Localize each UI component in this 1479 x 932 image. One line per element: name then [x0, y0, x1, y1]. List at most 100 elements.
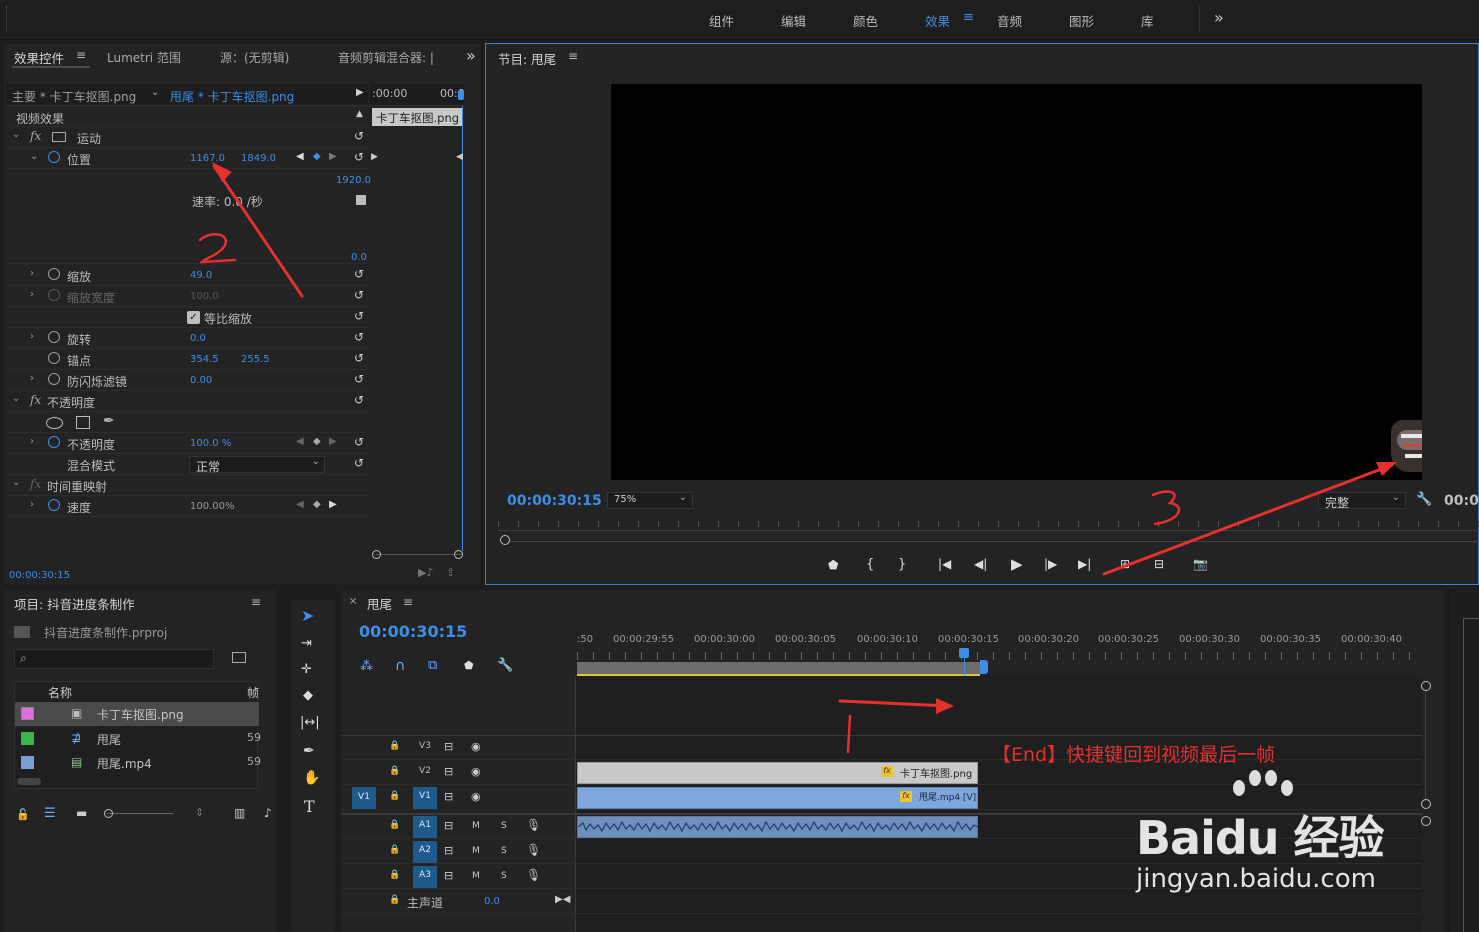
timeline-playhead-marker[interactable]: [959, 648, 969, 658]
sync-icon[interactable]: ⊟: [444, 765, 453, 778]
lock-icon[interactable]: 🔒: [389, 895, 400, 905]
chevron-right-icon[interactable]: ›: [30, 499, 34, 510]
timeline-vscroll-mid[interactable]: [1421, 799, 1431, 809]
pen-mask-icon[interactable]: ✒: [103, 413, 115, 429]
scale-value[interactable]: 49.0: [190, 270, 212, 281]
time-remap-row[interactable]: ⌄ fx 时间重映射: [6, 475, 368, 496]
workspace-more-button[interactable]: »: [1214, 8, 1224, 27]
workspace-tab-2[interactable]: 颜色: [853, 11, 878, 30]
microphone-icon[interactable]: 🎙: [526, 868, 541, 882]
nest-icon[interactable]: ⁂: [360, 659, 373, 674]
lock-icon[interactable]: 🔒: [389, 791, 400, 801]
rectangle-mask-icon[interactable]: [76, 416, 90, 429]
scroll-handle-left[interactable]: [372, 550, 381, 559]
add-keyframe-icon[interactable]: ◆: [313, 151, 321, 162]
mute-button[interactable]: M: [472, 821, 480, 831]
reset-icon[interactable]: ↺: [354, 330, 364, 344]
sync-icon[interactable]: ⊟: [444, 740, 453, 753]
chevron-down-icon[interactable]: ⌄: [30, 151, 38, 162]
quality-select[interactable]: 完整 ⌄: [1318, 492, 1406, 510]
track-select-tool-icon[interactable]: ⇥: [301, 636, 312, 651]
chevron-down-icon[interactable]: ⌄: [12, 129, 20, 140]
opacity-section-row[interactable]: ⌄ fx 不透明度 ↺: [6, 391, 368, 412]
ec-tab-lumetri[interactable]: Lumetri 范围: [107, 49, 181, 66]
flicker-value[interactable]: 0.00: [190, 375, 212, 386]
prev-keyframe-icon[interactable]: ◀: [296, 151, 304, 162]
motion-row[interactable]: ⌄ fx 运动 ↺: [6, 127, 368, 148]
icon-view-icon[interactable]: ▬: [76, 806, 87, 820]
add-marker-icon[interactable]: ⬟: [828, 558, 838, 572]
mark-in-icon[interactable]: {: [866, 557, 874, 572]
sync-icon[interactable]: ⊟: [444, 790, 453, 803]
anchor-x-value[interactable]: 354.5: [190, 354, 219, 365]
reset-icon[interactable]: ↺: [354, 309, 364, 323]
label-color-swatch[interactable]: [21, 756, 34, 769]
track-name[interactable]: A2: [413, 841, 437, 863]
opacity-value[interactable]: 100.0 %: [190, 438, 231, 449]
reset-icon[interactable]: ↺: [354, 129, 364, 143]
workspace-tab-6[interactable]: 库: [1141, 11, 1154, 30]
track-name[interactable]: A1: [413, 816, 437, 838]
master-value[interactable]: 0.0: [484, 896, 500, 907]
scale-row[interactable]: › 缩放 49.0 ↺: [6, 265, 368, 286]
position-row[interactable]: ⌄ 位置 1167.0 1849.0 ◀ ◆ ▶ ↺: [6, 148, 368, 169]
next-keyframe-icon[interactable]: ▶: [329, 151, 337, 162]
flicker-row[interactable]: › 防闪烁滤镜 0.00 ↺: [6, 370, 368, 391]
transform-icon[interactable]: [52, 132, 66, 142]
overwrite-icon[interactable]: ⊟: [1154, 557, 1164, 571]
pen-tool-icon[interactable]: ✒: [303, 743, 315, 759]
anchor-row[interactable]: 锚点 354.5 255.5 ↺: [6, 349, 368, 370]
menu-icon[interactable]: ≡: [963, 10, 974, 25]
opacity-row[interactable]: › 不透明度 100.0 % ◀ ◆ ▶ ↺: [6, 433, 368, 454]
reset-icon[interactable]: ↺: [354, 435, 364, 449]
timeline-close-icon[interactable]: ×: [349, 596, 357, 607]
ec-playhead-marker[interactable]: [458, 90, 464, 100]
position-y-value[interactable]: 1849.0: [241, 153, 276, 164]
clip-a1[interactable]: [577, 816, 978, 838]
lock-icon[interactable]: 🔒: [389, 820, 400, 830]
ellipse-mask-icon[interactable]: [46, 417, 63, 429]
list-item[interactable]: ⋣ 甩尾 59: [15, 727, 261, 751]
microphone-icon[interactable]: 🎙: [526, 843, 541, 857]
project-search-input[interactable]: ⌕: [14, 649, 214, 669]
program-video-frame[interactable]: [611, 84, 1422, 480]
add-marker-icon[interactable]: ⬟: [464, 659, 474, 672]
razor-tool-icon[interactable]: ◆: [303, 688, 313, 703]
chevron-right-icon[interactable]: ›: [30, 331, 34, 342]
timeline-vscroll-audio[interactable]: [1421, 816, 1431, 826]
solo-button[interactable]: S: [501, 846, 507, 856]
mute-button[interactable]: M: [472, 871, 480, 881]
reset-icon[interactable]: ↺: [354, 393, 364, 407]
sync-icon[interactable]: ⊟: [444, 819, 453, 832]
ec-tab-audio-mixer[interactable]: 音频剪辑混合器: |: [338, 49, 434, 66]
ec-ruler[interactable]: :00:00 00:0: [370, 84, 465, 106]
lock-icon[interactable]: 🔒: [389, 870, 400, 880]
workspace-tab-1[interactable]: 编辑: [781, 11, 806, 30]
camera-icon[interactable]: 📷: [1193, 557, 1208, 571]
reset-icon[interactable]: ↺: [354, 150, 364, 164]
play-icon[interactable]: ▶: [1011, 555, 1023, 573]
rotation-value[interactable]: 0.0: [190, 333, 206, 344]
next-keyframe-icon[interactable]: ▶: [329, 436, 337, 447]
play-audio-icon[interactable]: ▶♪: [418, 566, 433, 579]
chevron-down-icon[interactable]: ⌄: [12, 477, 20, 488]
sync-icon[interactable]: ⊟: [444, 844, 453, 857]
add-keyframe-icon[interactable]: ◆: [313, 499, 321, 510]
uniform-scale-checkbox[interactable]: ✓: [187, 311, 200, 324]
zoom-select[interactable]: 75% ⌄: [607, 492, 693, 509]
anchor-y-value[interactable]: 255.5: [241, 354, 270, 365]
microphone-icon[interactable]: 🎙: [526, 818, 541, 832]
ec-tab-source[interactable]: 源：(无剪辑): [220, 49, 289, 66]
scrub-start-handle[interactable]: [500, 535, 510, 545]
reset-icon[interactable]: ↺: [354, 372, 364, 386]
next-keyframe-icon[interactable]: ▶: [329, 499, 337, 510]
ec-timecode[interactable]: 00:00:30:15: [9, 570, 70, 581]
program-menu-icon[interactable]: ≡: [568, 49, 578, 63]
chevron-down-icon[interactable]: ⌄: [151, 87, 159, 98]
sync-icon[interactable]: ⊟: [444, 869, 453, 882]
lock-icon[interactable]: 🔓: [16, 808, 30, 821]
timeline-menu-icon[interactable]: ≡: [403, 595, 413, 609]
rotation-row[interactable]: › 旋转 0.0 ↺: [6, 328, 368, 349]
graph-toggle-icon[interactable]: [356, 195, 366, 205]
stopwatch-icon[interactable]: [48, 352, 60, 364]
